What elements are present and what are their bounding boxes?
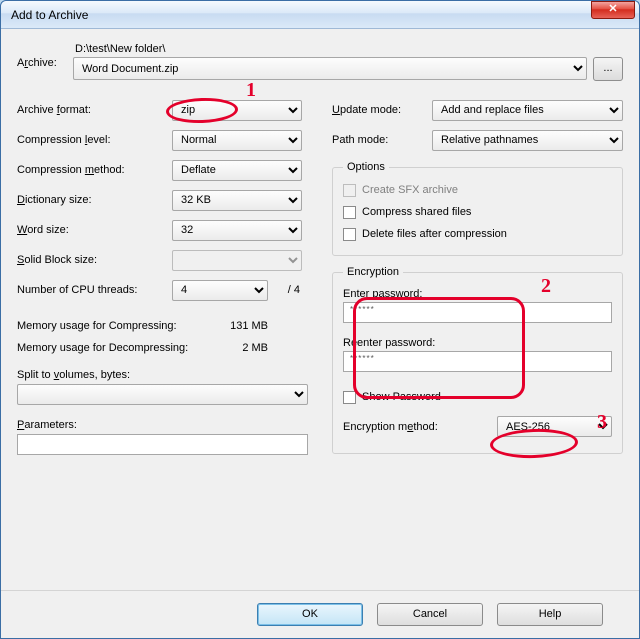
compress-shared-label: Compress shared files xyxy=(362,206,471,218)
update-mode-label: Update mode: xyxy=(332,104,432,116)
sfx-checkbox xyxy=(343,184,356,197)
options-legend: Options xyxy=(343,161,389,173)
options-group: Options Create SFX archive Compress shar… xyxy=(332,161,623,256)
show-password-label: Show Password xyxy=(362,391,441,403)
archive-format-combo[interactable]: zip xyxy=(172,100,302,121)
mem-compress-value: 131 MB xyxy=(217,320,308,332)
browse-button[interactable]: ... xyxy=(593,57,623,81)
archive-path: D:\test\New folder\ xyxy=(73,43,623,55)
cancel-button[interactable]: Cancel xyxy=(377,603,483,626)
window-title: Add to Archive xyxy=(11,8,591,22)
encryption-method-combo[interactable]: AES-256 xyxy=(497,416,612,437)
ok-button[interactable]: OK xyxy=(257,603,363,626)
dictionary-size-label: Dictionary size: xyxy=(17,194,172,206)
compression-level-label: Compression level: xyxy=(17,134,172,146)
show-password-checkbox[interactable] xyxy=(343,391,356,404)
path-mode-label: Path mode: xyxy=(332,134,432,146)
archive-row: Archive: D:\test\New folder\ Word Docume… xyxy=(17,43,623,81)
solid-block-size-label: Solid Block size: xyxy=(17,254,172,266)
encryption-method-label: Encryption method: xyxy=(343,421,497,433)
delete-after-checkbox[interactable] xyxy=(343,228,356,241)
sfx-label: Create SFX archive xyxy=(362,184,458,196)
mem-decompress-label: Memory usage for Decompressing: xyxy=(17,342,217,354)
reenter-password-input[interactable]: ****** xyxy=(343,351,612,372)
archive-filename-combo[interactable]: Word Document.zip xyxy=(73,57,587,80)
archive-label: Archive: xyxy=(17,43,73,69)
left-column: Archive format: zip Compression level: N… xyxy=(17,95,308,464)
right-column: Update mode: Add and replace files Path … xyxy=(332,95,623,464)
encryption-group: Encryption Enter password: ****** Reente… xyxy=(332,266,623,454)
button-bar: OK Cancel Help xyxy=(1,590,639,638)
path-mode-combo[interactable]: Relative pathnames xyxy=(432,130,623,151)
reenter-password-label: Reenter password: xyxy=(343,337,612,349)
compress-shared-checkbox[interactable] xyxy=(343,206,356,219)
mem-decompress-value: 2 MB xyxy=(217,342,308,354)
close-button[interactable]: ✕ xyxy=(591,1,635,19)
help-button[interactable]: Help xyxy=(497,603,603,626)
delete-after-label: Delete files after compression xyxy=(362,228,507,240)
dialog-window: Add to Archive ✕ Archive: D:\test\New fo… xyxy=(0,0,640,639)
compression-method-label: Compression method: xyxy=(17,164,172,176)
enter-password-input[interactable]: ****** xyxy=(343,302,612,323)
solid-block-size-combo xyxy=(172,250,302,271)
split-volumes-label: Split to volumes, bytes: xyxy=(17,369,308,381)
compression-level-combo[interactable]: Normal xyxy=(172,130,302,151)
parameters-input[interactable] xyxy=(17,434,308,455)
mem-compress-label: Memory usage for Compressing: xyxy=(17,320,217,332)
parameters-label: Parameters: xyxy=(17,419,308,431)
word-size-label: Word size: xyxy=(17,224,172,236)
word-size-combo[interactable]: 32 xyxy=(172,220,302,241)
encryption-legend: Encryption xyxy=(343,266,403,278)
split-volumes-combo[interactable] xyxy=(17,384,308,405)
titlebar: Add to Archive ✕ xyxy=(1,1,639,29)
dialog-body: Archive: D:\test\New folder\ Word Docume… xyxy=(1,29,639,638)
update-mode-combo[interactable]: Add and replace files xyxy=(432,100,623,121)
enter-password-label: Enter password: xyxy=(343,288,612,300)
cpu-threads-max: / 4 xyxy=(268,284,302,296)
archive-format-label: Archive format: xyxy=(17,104,172,116)
cpu-threads-combo[interactable]: 4 xyxy=(172,280,268,301)
dictionary-size-combo[interactable]: 32 KB xyxy=(172,190,302,211)
cpu-threads-label: Number of CPU threads: xyxy=(17,284,172,296)
compression-method-combo[interactable]: Deflate xyxy=(172,160,302,181)
